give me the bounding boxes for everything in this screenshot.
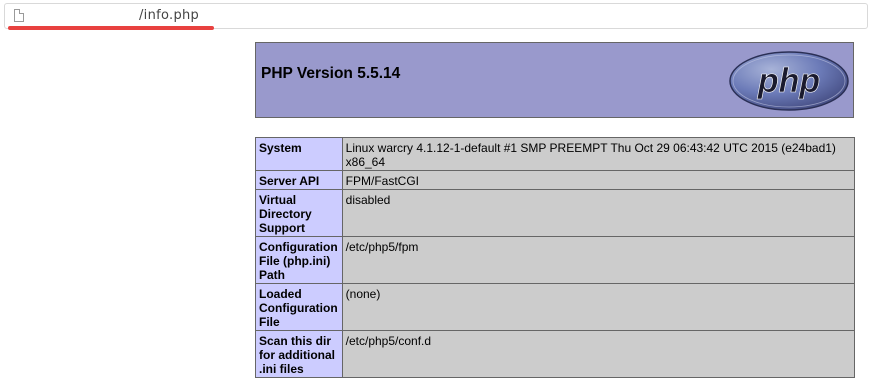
row-value: FPM/FastCGI [341, 170, 856, 190]
page-icon [14, 9, 24, 22]
row-key: Loaded Configuration File [255, 283, 343, 331]
row-key: Scan this dir for additional .ini files [255, 330, 343, 378]
url-text: /info.php [139, 8, 200, 23]
row-value: (none) [341, 283, 856, 331]
php-info-header: PHP Version 5.5.14 php [255, 42, 854, 118]
row-value: Linux warcry 4.1.12-1-default #1 SMP PRE… [341, 137, 856, 171]
table-row: Server API FPM/FastCGI [255, 170, 856, 190]
table-row: Virtual Directory Support disabled [255, 189, 856, 237]
row-value: disabled [341, 189, 856, 237]
php-info-table: System Linux warcry 4.1.12-1-default #1 S… [255, 137, 856, 378]
table-row: Loaded Configuration File (none) [255, 283, 856, 331]
table-row: System Linux warcry 4.1.12-1-default #1 S… [255, 137, 856, 171]
row-value: /etc/php5/conf.d [341, 330, 856, 378]
php-logo: php [729, 51, 849, 111]
browser-address-bar: /info.php [0, 0, 871, 36]
row-value: /etc/php5/fpm [341, 236, 856, 284]
row-key: System [255, 137, 343, 171]
page-title: PHP Version 5.5.14 [261, 65, 401, 82]
redaction-underline [8, 26, 214, 30]
php-logo-text: php [757, 62, 820, 100]
row-key: Virtual Directory Support [255, 189, 343, 237]
table-row: Scan this dir for additional .ini files /… [255, 330, 856, 378]
table-row: Configuration File (php.ini) Path/etc/ph… [255, 236, 856, 284]
row-key: Server API [255, 170, 343, 190]
row-key: Configuration File (php.ini) Path [255, 236, 343, 284]
